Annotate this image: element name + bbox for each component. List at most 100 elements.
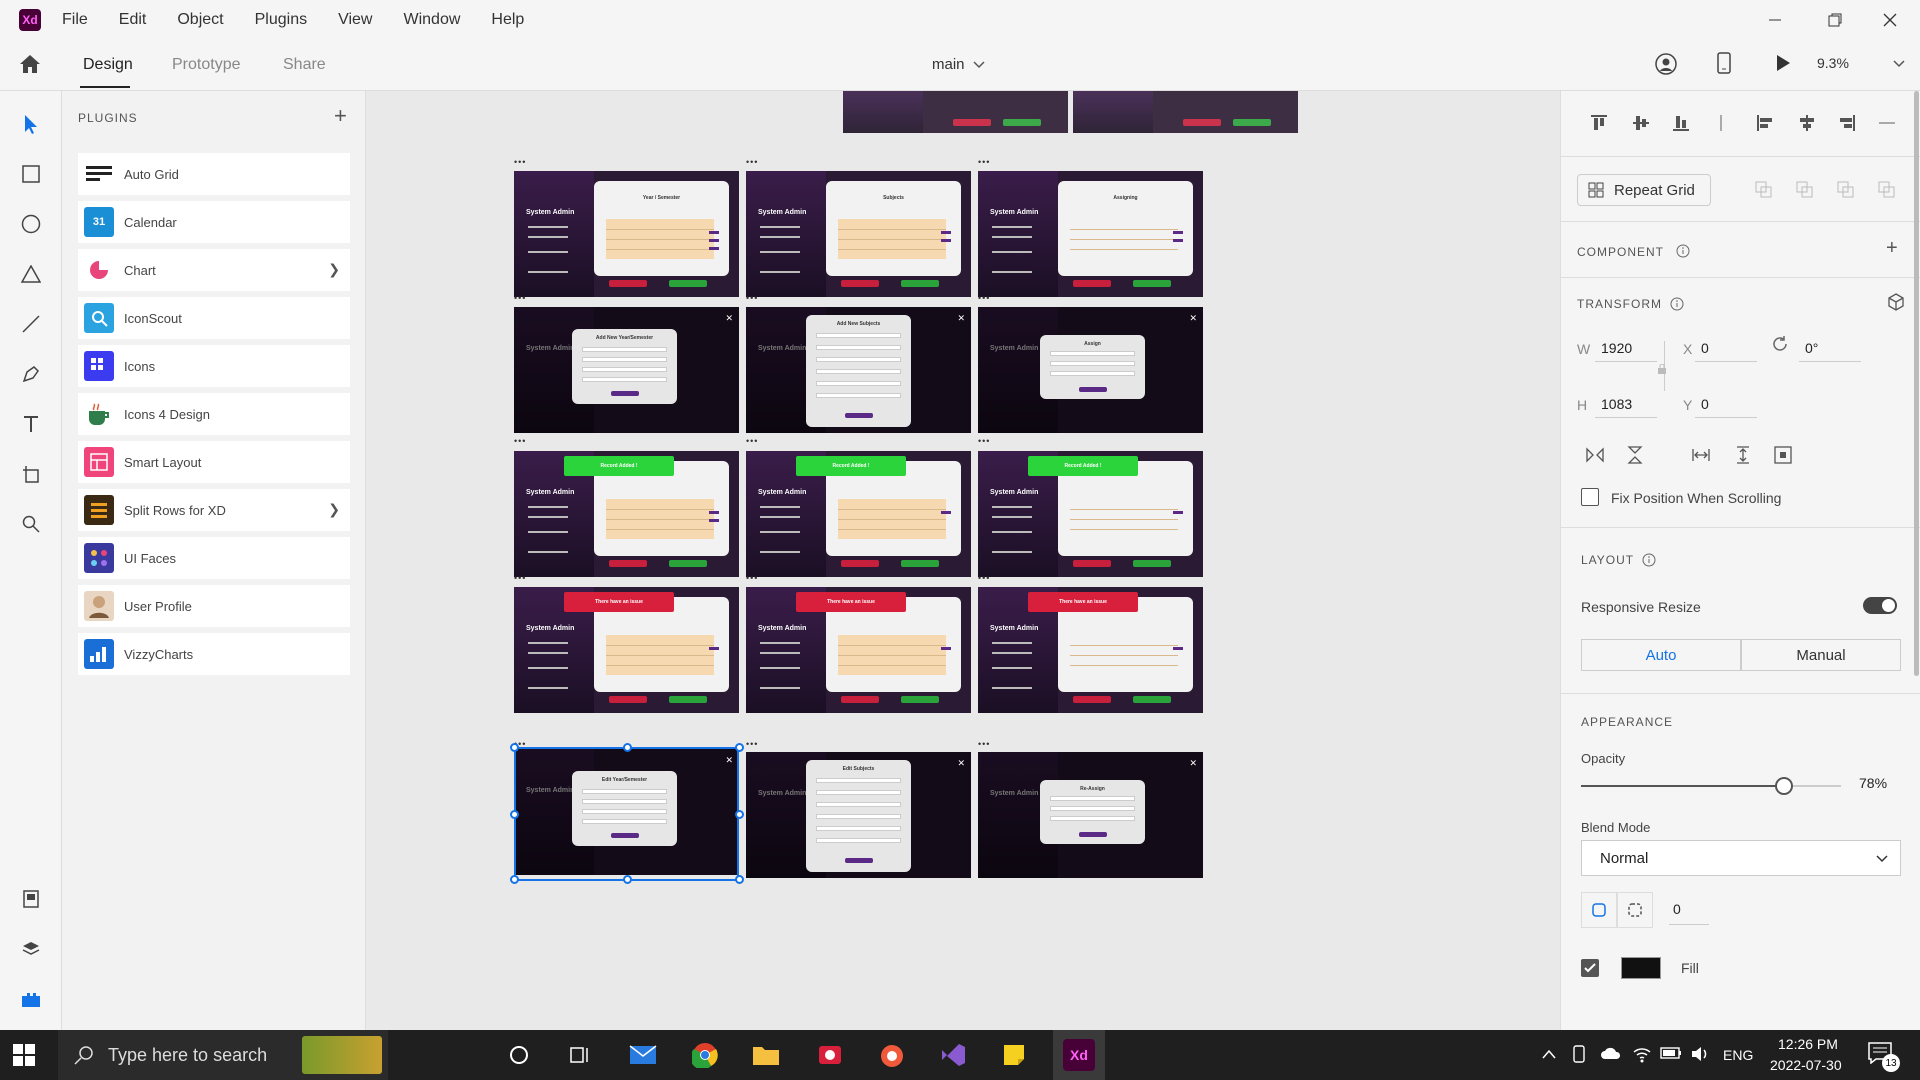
chevron-right-icon[interactable]: ❯ <box>328 261 340 278</box>
selection-bounding-box[interactable] <box>510 743 744 884</box>
document-title[interactable]: main <box>932 56 985 73</box>
info-icon[interactable] <box>1667 294 1687 314</box>
info-icon[interactable] <box>1673 241 1693 261</box>
layers-panel-button[interactable] <box>18 936 44 962</box>
flip-horizontal-icon[interactable] <box>1585 445 1605 465</box>
opacity-slider[interactable] <box>1581 777 1841 795</box>
zoom-chevron-icon[interactable] <box>1893 60 1905 68</box>
fixed-height-icon[interactable] <box>1733 445 1753 465</box>
menu-help[interactable]: Help <box>491 11 524 29</box>
network-icon[interactable] <box>1632 1044 1652 1069</box>
show-hidden-icons-button[interactable] <box>1542 1046 1556 1064</box>
plugins-panel-button[interactable] <box>18 986 44 1012</box>
task-view-button[interactable] <box>563 1039 595 1071</box>
boolean-intersect-icon[interactable] <box>1836 180 1856 200</box>
taskbar-sticky-notes[interactable] <box>998 1039 1030 1071</box>
menu-view[interactable]: View <box>338 11 372 29</box>
clock-date[interactable]: 2022-07-30 <box>1770 1057 1842 1073</box>
menu-file[interactable]: File <box>62 11 88 29</box>
tab-prototype[interactable]: Prototype <box>172 56 240 74</box>
plugin-smart-layout[interactable]: Smart Layout <box>78 441 350 483</box>
fill-checkbox[interactable] <box>1581 959 1599 977</box>
boolean-add-icon[interactable] <box>1754 180 1774 200</box>
resize-handle[interactable] <box>510 810 519 819</box>
corner-radius-input[interactable]: 0 <box>1669 897 1709 925</box>
taskbar-adobe-xd[interactable]: Xd <box>1063 1039 1095 1071</box>
info-icon[interactable] <box>1639 550 1659 570</box>
plugin-ui-faces[interactable]: UI Faces <box>78 537 350 579</box>
opacity-slider-thumb[interactable] <box>1774 777 1793 795</box>
polygon-tool[interactable] <box>18 261 44 287</box>
plugin-iconscout[interactable]: IconScout <box>78 297 350 339</box>
plugin-icons[interactable]: Icons <box>78 345 350 387</box>
artboard-partial[interactable] <box>843 91 1068 133</box>
artboard-partial[interactable] <box>1073 91 1298 133</box>
corner-radius-individual-button[interactable] <box>1617 892 1653 928</box>
onedrive-icon[interactable] <box>1600 1046 1622 1065</box>
taskbar-file-explorer[interactable] <box>750 1039 782 1071</box>
resize-handle[interactable] <box>510 743 519 752</box>
plugin-chart[interactable]: Chart ❯ <box>78 249 350 291</box>
panel-scrollbar[interactable] <box>1914 91 1919 676</box>
restore-button[interactable] <box>1805 0 1865 40</box>
tray-device-icon[interactable] <box>1572 1045 1588 1068</box>
zoom-tool[interactable] <box>18 511 44 537</box>
assets-panel-button[interactable] <box>18 886 44 912</box>
plugin-calendar[interactable]: 31 Calendar <box>78 201 350 243</box>
volume-icon[interactable] <box>1690 1044 1710 1069</box>
align-top-icon[interactable] <box>1589 113 1609 133</box>
width-input[interactable]: 1920 <box>1595 334 1657 362</box>
layout-auto-button[interactable]: Auto <box>1581 639 1741 671</box>
fix-position-checkbox[interactable] <box>1581 488 1599 506</box>
boolean-exclude-icon[interactable] <box>1877 180 1897 200</box>
menu-edit[interactable]: Edit <box>119 11 147 29</box>
close-window-button[interactable] <box>1860 0 1920 40</box>
align-right-icon[interactable] <box>1837 113 1857 133</box>
menu-object[interactable]: Object <box>177 11 223 29</box>
taskbar-app-red[interactable] <box>814 1039 846 1071</box>
share-user-button[interactable] <box>1655 53 1677 80</box>
home-button[interactable] <box>18 53 42 80</box>
clock-time[interactable]: 12:26 PM <box>1778 1036 1838 1052</box>
layout-manual-button[interactable]: Manual <box>1741 639 1901 671</box>
taskbar-chrome[interactable] <box>689 1039 721 1071</box>
align-left-icon[interactable] <box>1755 113 1775 133</box>
blend-mode-select[interactable]: Normal <box>1581 840 1901 876</box>
play-preview-button[interactable] <box>1775 54 1791 77</box>
taskbar-app-orange[interactable] <box>876 1039 908 1071</box>
plugin-auto-grid[interactable]: Auto Grid <box>78 153 350 195</box>
y-input[interactable]: 0 <box>1695 390 1757 418</box>
battery-icon[interactable] <box>1660 1046 1682 1065</box>
align-center-icon[interactable] <box>1797 113 1817 133</box>
plugin-split-rows[interactable]: Split Rows for XD ❯ <box>78 489 350 531</box>
cortana-button[interactable] <box>503 1039 535 1071</box>
taskbar-mail[interactable] <box>627 1039 659 1071</box>
align-bottom-icon[interactable] <box>1671 113 1691 133</box>
opacity-value[interactable]: 78% <box>1859 775 1887 791</box>
resize-handle[interactable] <box>735 875 744 884</box>
flip-vertical-icon[interactable] <box>1625 445 1645 465</box>
menu-plugins[interactable]: Plugins <box>255 11 307 29</box>
rectangle-tool[interactable] <box>18 161 44 187</box>
align-middle-icon[interactable] <box>1631 113 1651 133</box>
pen-tool[interactable] <box>18 361 44 387</box>
taskbar-search-box[interactable]: Type here to search <box>58 1030 388 1080</box>
artboard-tool[interactable] <box>18 461 44 487</box>
repeat-grid-button[interactable]: Repeat Grid <box>1577 174 1711 206</box>
3d-transform-icon[interactable] <box>1886 292 1906 312</box>
chevron-right-icon[interactable]: ❯ <box>328 501 340 518</box>
select-tool[interactable] <box>18 111 44 137</box>
pin-center-icon[interactable] <box>1773 445 1793 465</box>
resize-handle[interactable] <box>735 743 744 752</box>
text-tool[interactable] <box>18 411 44 437</box>
boolean-subtract-icon[interactable] <box>1795 180 1815 200</box>
plugin-user-profile[interactable]: User Profile <box>78 585 350 627</box>
minimize-button[interactable] <box>1745 0 1805 40</box>
zoom-level[interactable]: 9.3% <box>1817 55 1849 71</box>
line-tool[interactable] <box>18 311 44 337</box>
language-indicator[interactable]: ENG <box>1723 1047 1753 1063</box>
resize-handle[interactable] <box>623 743 632 752</box>
plugin-vizzycharts[interactable]: VizzyCharts <box>78 633 350 675</box>
add-component-button[interactable]: + <box>1886 237 1898 260</box>
plugin-icons-4-design[interactable]: Icons 4 Design <box>78 393 350 435</box>
